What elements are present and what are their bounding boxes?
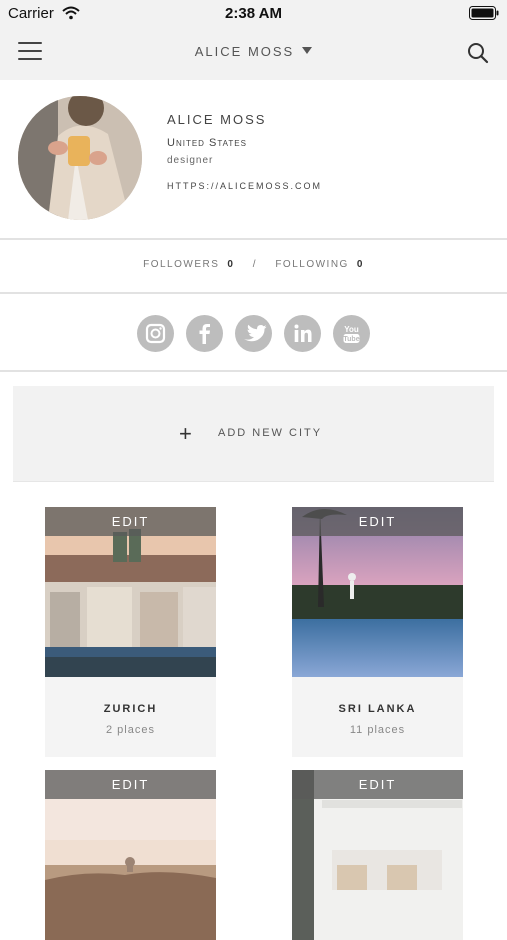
profile-website-link[interactable]: HTTPS://ALICEMOSS.COM — [167, 181, 322, 191]
avatar[interactable] — [18, 96, 142, 220]
svg-text:Tube: Tube — [343, 336, 359, 343]
search-icon[interactable] — [467, 42, 489, 64]
follow-stats: FOLLOWERS 0 / FOLLOWING 0 — [0, 240, 507, 294]
following-label: FOLLOWING — [275, 259, 349, 270]
city-name: SRI LANKA — [338, 703, 417, 715]
followers-label: FOLLOWERS — [143, 259, 220, 270]
edit-city-button[interactable]: EDIT — [292, 507, 463, 536]
city-photo-3: EDIT — [45, 770, 216, 940]
svg-text:You: You — [344, 325, 359, 334]
navigation-bar: ALICE MOSS — [0, 28, 507, 81]
city-places-count: 11 places — [349, 724, 406, 736]
following-count: 0 — [356, 259, 364, 270]
edit-city-button[interactable]: EDIT — [292, 770, 463, 799]
followers-count: 0 — [227, 259, 235, 270]
nav-title-dropdown[interactable]: ALICE MOSS — [0, 44, 507, 59]
city-name: ZURICH — [103, 703, 158, 715]
city-photo-4: EDIT — [292, 770, 463, 940]
nav-title-label: ALICE MOSS — [194, 44, 295, 59]
status-bar: Carrier 2:38 AM — [0, 0, 507, 28]
city-card-sri-lanka[interactable]: EDIT SRI LANKA 11 places — [292, 507, 463, 757]
instagram-icon[interactable] — [137, 315, 174, 352]
city-card-zurich[interactable]: EDIT ZURICH 2 places — [45, 507, 216, 757]
city-photo-sri-lanka: EDIT — [292, 507, 463, 677]
city-places-count: 2 places — [106, 724, 155, 736]
caret-down-icon — [302, 47, 313, 54]
city-photo-zurich: EDIT — [45, 507, 216, 677]
linkedin-icon[interactable] — [284, 315, 321, 352]
followers-link[interactable]: FOLLOWERS 0 — [143, 259, 234, 270]
edit-city-button[interactable]: EDIT — [45, 507, 216, 536]
following-link[interactable]: FOLLOWING 0 — [275, 259, 364, 270]
plus-icon: + — [179, 421, 192, 446]
edit-city-button[interactable]: EDIT — [45, 770, 216, 799]
profile-country: United States — [167, 137, 247, 149]
city-card-4[interactable]: EDIT — [292, 770, 463, 940]
avatar-photo — [18, 96, 142, 220]
add-new-city-button[interactable]: + ADD NEW CITY — [13, 386, 494, 482]
stats-separator: / — [252, 259, 258, 270]
add-new-city-label: ADD NEW CITY — [218, 427, 323, 439]
profile-header: ALICE MOSS United States designer HTTPS:… — [0, 80, 507, 240]
profile-name: ALICE MOSS — [167, 112, 267, 127]
profile-occupation: designer — [167, 155, 214, 166]
city-card-3[interactable]: EDIT — [45, 770, 216, 940]
status-time: 2:38 AM — [225, 5, 282, 22]
social-links: You Tube — [0, 294, 507, 372]
twitter-icon[interactable] — [235, 315, 272, 352]
battery-icon — [469, 6, 499, 20]
youtube-icon[interactable]: You Tube — [333, 315, 370, 352]
facebook-icon[interactable] — [186, 315, 223, 352]
